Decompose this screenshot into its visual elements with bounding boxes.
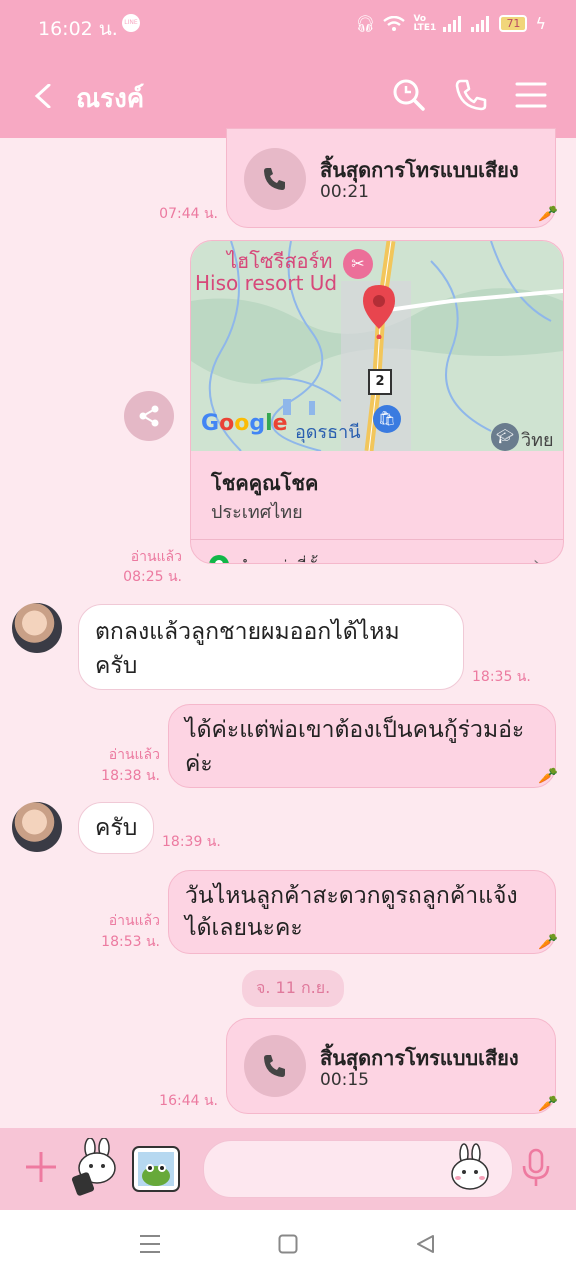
phone-icon xyxy=(264,1055,285,1077)
carrot-sticker-icon: 🥕 xyxy=(538,204,558,223)
divider xyxy=(191,539,563,540)
date-separator: จ. 11 ก.ย. xyxy=(242,970,345,1007)
message-text: ค่ะ xyxy=(185,751,213,777)
location-card[interactable]: ไฮโซรีสอร์ท Hiso resort Ud ✂ 2 Google อุ… xyxy=(190,240,564,564)
microphone-icon[interactable] xyxy=(520,1148,552,1188)
cony-sticker-icon xyxy=(71,1137,116,1196)
read-status: อ่านแล้ว xyxy=(108,913,160,929)
location-pin-icon xyxy=(209,555,229,563)
back-nav-icon[interactable] xyxy=(415,1234,435,1254)
plus-icon[interactable] xyxy=(24,1150,58,1184)
wifi-icon xyxy=(383,15,406,31)
place-subtitle: ประเทศไทย xyxy=(211,502,303,523)
status-icons: 🎧︎ Vo LTE1 71 ϟ xyxy=(355,14,546,33)
message-time: 18:38 น. xyxy=(101,768,160,784)
call-duration: 00:15 xyxy=(320,1070,369,1090)
map-label-en: Hiso resort Ud xyxy=(195,271,338,295)
message-time: 18:39 น. xyxy=(162,834,221,850)
message-time: 16:44 น. xyxy=(159,1093,218,1109)
battery-icon: 71 xyxy=(499,15,528,32)
contact-name[interactable]: ณรงค์ xyxy=(76,78,144,119)
avatar[interactable] xyxy=(12,603,62,653)
location-link-label[interactable]: ตำแหน่งที่ตั้ง xyxy=(237,555,325,563)
map-preview[interactable]: ไฮโซรีสอร์ท Hiso resort Ud ✂ 2 Google อุ… xyxy=(191,241,563,451)
message-time: 07:44 น. xyxy=(159,206,218,222)
gallery-button[interactable] xyxy=(132,1146,180,1192)
map-city2-label: วิทย xyxy=(521,430,554,451)
message-bubble-outgoing[interactable]: ได้ค่ะแต่พ่อเขาต้องเป็นคนกู้ร่วมอ่ะ ค่ะ xyxy=(168,704,556,788)
chevron-left-icon[interactable] xyxy=(32,84,56,108)
emoji-button[interactable] xyxy=(448,1142,492,1192)
phone-icon[interactable] xyxy=(454,78,488,112)
map-pin-icon xyxy=(363,285,395,339)
menu-icon[interactable] xyxy=(514,78,548,112)
place-title: โชคคูณโชค xyxy=(211,471,319,495)
message-text: วันไหนลูกค้าสะดวกดูรถลูกค้าแจ้ง xyxy=(185,883,518,909)
map-city-label: อุดรธานี xyxy=(295,422,361,443)
school-poi-icon: 🎓︎ xyxy=(491,423,519,451)
message-bubble-incoming[interactable]: ครับ xyxy=(78,802,154,854)
avatar[interactable] xyxy=(12,802,62,852)
message-time: 18:35 น. xyxy=(472,669,531,685)
signal1-icon xyxy=(443,15,462,32)
message-time: 08:25 น. xyxy=(123,569,182,585)
share-button[interactable] xyxy=(124,391,174,441)
phone-icon xyxy=(264,168,285,190)
search-icon[interactable] xyxy=(392,78,426,112)
line-notification-icon: LINE xyxy=(122,14,140,32)
route-shield: 2 xyxy=(368,369,392,395)
read-status: อ่านแล้ว xyxy=(108,747,160,763)
carrot-sticker-icon: 🥕 xyxy=(538,932,558,951)
read-status: อ่านแล้ว xyxy=(130,549,182,565)
message-bubble-incoming[interactable]: ตกลงแล้วลูกชายผมออกได้ไหม ครับ xyxy=(78,604,464,690)
call-icon-circle xyxy=(244,148,306,210)
call-duration: 00:21 xyxy=(320,182,369,202)
share-icon xyxy=(139,405,159,427)
message-bubble-outgoing[interactable]: วันไหนลูกค้าสะดวกดูรถลูกค้าแจ้ง ได้เลยนะ… xyxy=(168,870,556,954)
message-text: ครับ xyxy=(95,653,138,679)
signal2-icon xyxy=(471,15,490,32)
sticker-button[interactable] xyxy=(70,1137,124,1196)
status-time: 16:02 น. xyxy=(38,18,118,40)
message-text: ได้เลยนะคะ xyxy=(185,915,303,941)
call-icon-circle xyxy=(244,1035,306,1097)
cony-emoji-icon xyxy=(451,1143,489,1190)
headset-icon: 🎧︎ xyxy=(355,14,376,33)
message-time: 18:53 น. xyxy=(101,934,160,950)
recent-apps-icon[interactable] xyxy=(139,1234,161,1254)
message-text: ครับ xyxy=(95,815,138,841)
charging-icon: ϟ xyxy=(535,14,546,33)
resort-poi-icon: ✂ xyxy=(343,249,373,279)
carrot-sticker-icon: 🥕 xyxy=(538,1094,558,1113)
home-icon[interactable] xyxy=(278,1234,298,1254)
message-text: ได้ค่ะแต่พ่อเขาต้องเป็นคนกู้ร่วมอ่ะ xyxy=(185,717,525,743)
image-icon xyxy=(132,1146,180,1192)
chevron-right-icon[interactable]: › xyxy=(533,553,540,563)
volte-icon: Vo LTE1 xyxy=(413,13,437,33)
shopping-poi-icon: 🛍︎ xyxy=(373,405,401,433)
google-logo: Google xyxy=(201,411,288,436)
message-text: ตกลงแล้วลูกชายผมออกได้ไหม xyxy=(95,619,400,645)
carrot-sticker-icon: 🥕 xyxy=(538,766,558,785)
